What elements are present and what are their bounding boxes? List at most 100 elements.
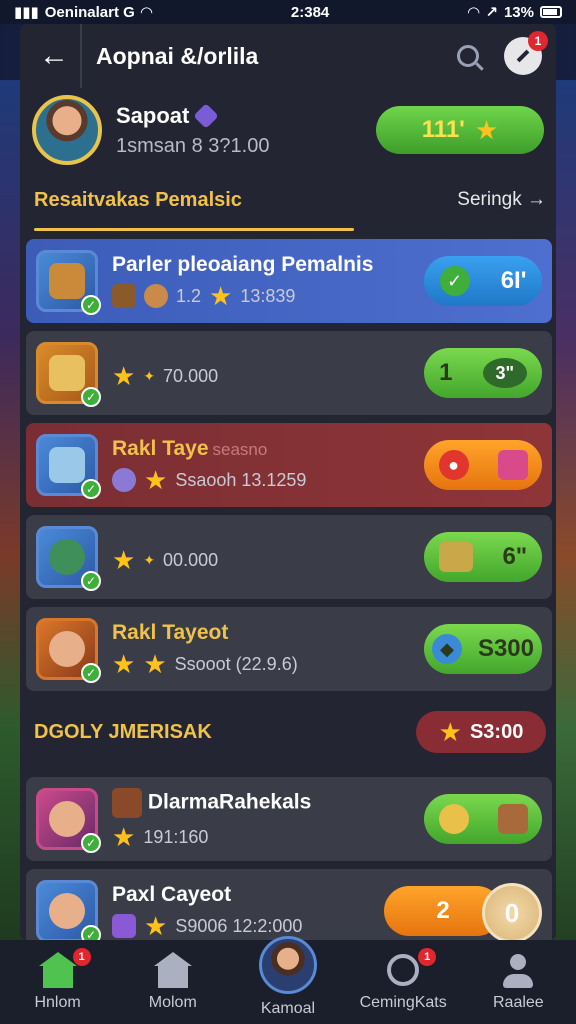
check-badge-icon: ✓ — [81, 387, 101, 407]
star-icon: ★ — [112, 822, 136, 852]
card-body: Rakl Taye seasno ★ Ssaooh 13.1259 — [112, 437, 424, 493]
avatar — [258, 936, 317, 994]
star-icon: ★ — [143, 649, 167, 679]
reward-value: 6" — [502, 543, 528, 570]
reward-button[interactable]: 6" — [424, 532, 542, 582]
card-title-ghost: seasno — [212, 440, 268, 459]
card-meta-b: 00.000 — [163, 549, 219, 570]
list-item[interactable]: ✓ Rakl Tayeot ★ ★ Ssooot (22.9.6) ◆ S300 — [26, 607, 552, 691]
status-bar: ▮▮▮ Oeninalart G ◠ 2:384 ◠ ↗ 13% — [0, 0, 576, 24]
check-badge-icon: ✓ — [81, 833, 101, 853]
nav-item-account[interactable]: Raalee — [463, 952, 573, 1012]
card-meta: ★ ✦ 00.000 — [112, 547, 424, 573]
section-underline — [34, 228, 354, 231]
card-meta-b: 191:160 — [143, 826, 209, 847]
nav-label: Molom — [148, 994, 197, 1011]
card-meta: 1.2 ★ 13:839 — [112, 283, 424, 309]
card-body: Paxl Cayeot ★ S9006 12:2:000 — [112, 883, 384, 939]
card-meta: ★ ✦ 70.000 — [112, 363, 424, 389]
list-item[interactable]: ✓ Rakl Taye seasno ★ Ssaooh 13.1259 ● — [26, 423, 552, 507]
chest-icon — [497, 450, 528, 480]
back-button[interactable]: ← — [34, 36, 74, 76]
pencil-icon — [516, 49, 530, 63]
game-icon: ✓ — [36, 788, 101, 853]
arrow-left-icon: ← — [39, 39, 69, 72]
hat-icon — [112, 914, 136, 938]
nav-badge: 1 — [72, 948, 91, 966]
card-meta-b: 70.000 — [163, 365, 219, 386]
star-icon: ★ — [438, 717, 462, 747]
bullet-icon: ✦ — [143, 551, 156, 568]
card-title: DlarmaRahekals — [112, 788, 424, 818]
wifi-icon: ◠ — [140, 4, 153, 21]
reward-button[interactable]: ● — [424, 440, 542, 490]
check-badge-icon: ✓ — [81, 295, 101, 315]
chat-icon — [385, 952, 421, 988]
character-icon — [49, 801, 85, 837]
card-meta: ★ Ssaooh 13.1259 — [112, 467, 424, 493]
nav-item-chat[interactable]: 1 CemingKats — [348, 948, 458, 1012]
ticket-icon — [438, 542, 473, 572]
nav-item-home[interactable]: 1 Hnlom — [3, 948, 113, 1012]
orb-icon — [112, 468, 136, 492]
card-body: ★ ✦ 70.000 — [112, 357, 424, 389]
location-icon: ↗ — [485, 4, 498, 21]
daily-reward-value: S3:00 — [469, 720, 524, 743]
star-icon: ★ — [112, 361, 136, 391]
card-title: Rakl Taye seasno — [112, 437, 424, 461]
person-icon — [500, 952, 536, 988]
reward-button[interactable]: 1 3" — [424, 348, 542, 398]
profile-text: Sapoat 1smsan 8 3?1.00 — [116, 103, 376, 158]
reward-button[interactable]: ✓ 6I' — [424, 256, 542, 306]
character-icon — [49, 539, 85, 575]
battery-icon — [540, 6, 562, 18]
list-item[interactable]: ✓ DlarmaRahekals ★ 191:160 — [26, 777, 552, 861]
list-item[interactable]: ✓ Paxl Cayeot ★ S9006 12:2:000 2 0 — [26, 869, 552, 940]
list-item[interactable]: ✓ ★ ✦ 00.000 6" — [26, 515, 552, 599]
see-all-link[interactable]: Seringk → — [457, 189, 546, 211]
nav-label: Raalee — [492, 994, 544, 1011]
daily-section-header: DGOLY JMERISAK ★ S3:00 — [20, 695, 556, 769]
reward-value: 6I' — [500, 267, 527, 294]
game-icon: ✓ — [36, 880, 101, 940]
cookie-icon — [144, 284, 168, 308]
gem-icon: ◆ — [431, 634, 462, 664]
star-icon: ★ — [112, 649, 136, 679]
card-body: DlarmaRahekals ★ 191:160 — [112, 788, 424, 850]
list-item[interactable]: ✓ Parler pleoaiang Pemalnis 1.2 ★ 13:839… — [26, 239, 552, 323]
bullet-icon: ✦ — [143, 367, 156, 384]
star-icon: ★ — [144, 465, 168, 495]
daily-reward-button[interactable]: ★ S3:00 — [416, 711, 546, 753]
card-meta-b: Ssooot (22.9.6) — [174, 653, 298, 674]
character-icon — [49, 631, 85, 667]
battery-label: 13% — [503, 3, 534, 21]
gem-icon: ● — [438, 450, 469, 480]
home-icon — [38, 952, 77, 988]
profile-subtitle: 1smsan 8 3?1.00 — [116, 134, 270, 157]
header: ← Aopnai &/orlila 1 — [20, 24, 556, 88]
check-badge-icon: ✓ — [81, 479, 101, 499]
star-icon: ★ — [112, 545, 136, 575]
reward-button[interactable]: ◆ S300 — [424, 624, 542, 674]
profile-row[interactable]: Sapoat 1smsan 8 3?1.00 111' ★ — [20, 88, 556, 172]
avatar[interactable] — [32, 95, 102, 165]
coin-icon — [438, 804, 469, 834]
search-button[interactable] — [448, 36, 488, 76]
search-icon — [457, 45, 479, 67]
nav-badge: 1 — [418, 948, 437, 966]
list-item[interactable]: ✓ ★ ✦ 70.000 1 3" — [26, 331, 552, 415]
reward-button[interactable] — [424, 794, 542, 844]
notification-button[interactable]: 1 — [504, 31, 548, 75]
card-meta-b: Ssaooh 13.1259 — [175, 469, 307, 490]
gem-icon — [193, 102, 220, 129]
score-pill[interactable]: 111' ★ — [376, 106, 544, 154]
card-body: ★ ✦ 00.000 — [112, 541, 424, 573]
dice-icon — [49, 355, 85, 391]
clock: 2:384 — [290, 3, 330, 21]
nav-item-molom[interactable]: Molom — [118, 952, 228, 1012]
floating-action-button[interactable]: 0 — [482, 883, 542, 940]
scroll-icon — [49, 447, 85, 483]
character-icon — [49, 893, 85, 929]
nav-item-profile[interactable]: Kamoal — [233, 936, 343, 1018]
game-icon: ✓ — [36, 250, 101, 315]
